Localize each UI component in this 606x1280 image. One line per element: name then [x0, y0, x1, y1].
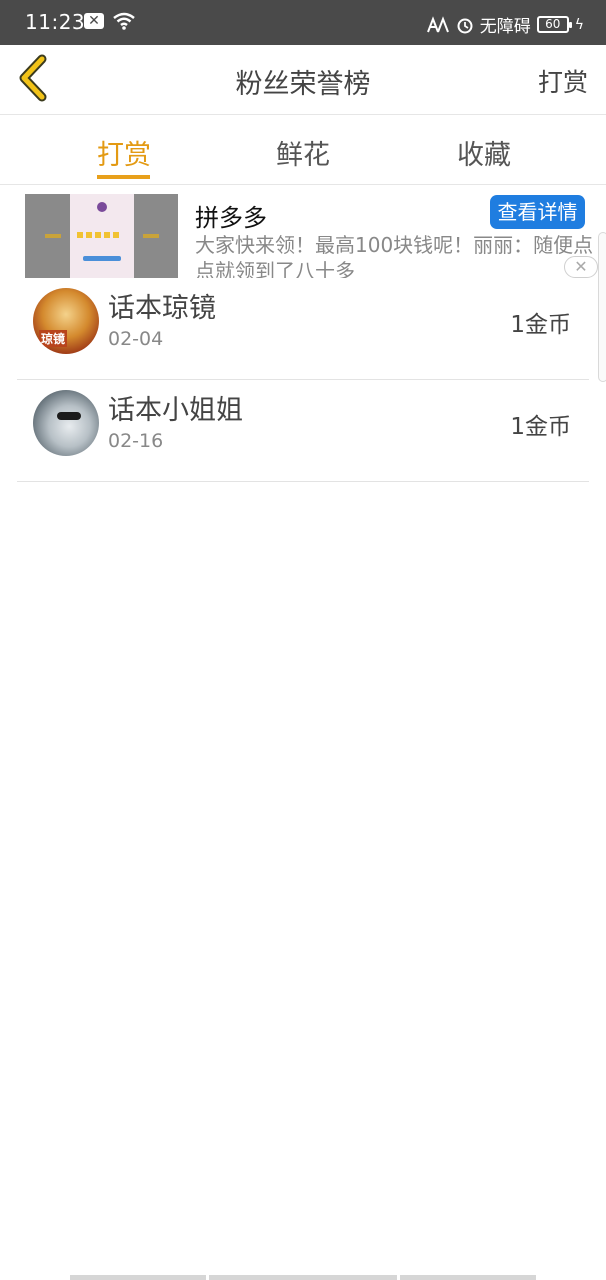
bottom-handle [70, 1275, 536, 1280]
tab-flowers[interactable]: 鲜花 [258, 133, 348, 172]
reward-button[interactable]: 打赏 [538, 63, 588, 99]
reward-amount: 1金币 [510, 312, 571, 338]
charging-icon: ϟ [574, 16, 584, 33]
status-time: 11:23 [25, 10, 86, 34]
tab-favorites[interactable]: 收藏 [439, 133, 529, 172]
reward-date: 02-04 [108, 328, 164, 350]
tab-bar: 打赏 鲜花 收藏 [0, 115, 606, 185]
ad-banner[interactable]: 拼多多 查看详情 大家快来领！最高100块钱呢！丽丽：随便点点就领到了八十多 ✕ [0, 186, 606, 286]
user-name: 话本小姐姐 [108, 395, 243, 426]
ad-close-icon[interactable]: ✕ [564, 256, 598, 278]
avatar: 琼镜 [33, 288, 99, 354]
battery-icon: 60 [536, 16, 572, 33]
reward-date: 02-16 [108, 430, 164, 452]
page-title: 粉丝荣誉榜 [235, 69, 371, 100]
tab-reward[interactable]: 打赏 [79, 133, 169, 172]
reward-amount: 1金币 [510, 414, 571, 440]
accessibility-label: 无障碍 [479, 17, 531, 37]
avatar [33, 390, 99, 456]
status-bar: 11:23 ✕ 无障碍 60 ϟ [0, 0, 606, 45]
ad-description: 大家快来领！最高100块钱呢！丽丽：随便点点就领到了八十多 [195, 233, 594, 283]
notification-icon: ✕ [84, 13, 104, 29]
list-item[interactable]: 琼镜 话本琼镜 02-04 1金币 [17, 278, 589, 380]
hd-icon [426, 15, 449, 32]
list-item[interactable]: 话本小姐姐 02-16 1金币 [17, 380, 589, 482]
user-name: 话本琼镜 [108, 293, 216, 324]
nav-bar: 粉丝荣誉榜 打赏 [0, 45, 606, 115]
wifi-icon [113, 12, 135, 30]
ad-details-button[interactable]: 查看详情 [490, 195, 585, 229]
active-tab-indicator [97, 175, 150, 179]
side-scroll-handle[interactable] [598, 232, 606, 382]
ad-thumbnail [25, 194, 178, 284]
ad-title: 拼多多 [195, 204, 267, 232]
alarm-icon [457, 18, 473, 33]
